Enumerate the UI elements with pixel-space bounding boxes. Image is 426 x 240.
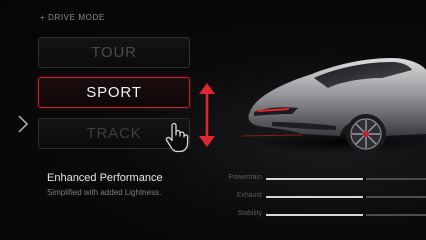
mode-label: TRACK [86,125,142,142]
stat-fill [266,196,366,198]
up-down-arrow-icon [199,83,215,147]
stat-label-powertrain: Powertrain [228,174,262,181]
mode-button-tour[interactable]: TOUR [38,37,190,68]
chevron-left-icon[interactable] [14,114,32,134]
stat-label-exhaust: Exhaust [236,192,262,199]
stat-bar-stability [266,213,426,217]
car-image [241,58,426,154]
stat-bar-exhaust [266,195,426,199]
stat-fill [266,178,366,180]
mode-label: SPORT [86,84,142,101]
hand-pointer-icon [165,122,189,153]
stat-divider [363,177,366,181]
mode-button-sport[interactable]: SPORT [38,77,190,108]
stat-divider [363,213,366,217]
stat-fill [266,214,366,216]
drive-mode-header: + DRIVE MODE [40,13,105,22]
stat-bar-powertrain [266,177,426,181]
mode-label: TOUR [91,44,137,61]
drive-mode-screen: + DRIVE MODE TOUR SPORT TRACK Enhanced P… [0,0,426,240]
stat-label-stability: Stability [237,210,262,217]
mode-description-title: Enhanced Performance [47,172,163,184]
stat-divider [363,195,366,199]
mode-description-subtitle: Simplified with added Lightness. [47,188,162,197]
